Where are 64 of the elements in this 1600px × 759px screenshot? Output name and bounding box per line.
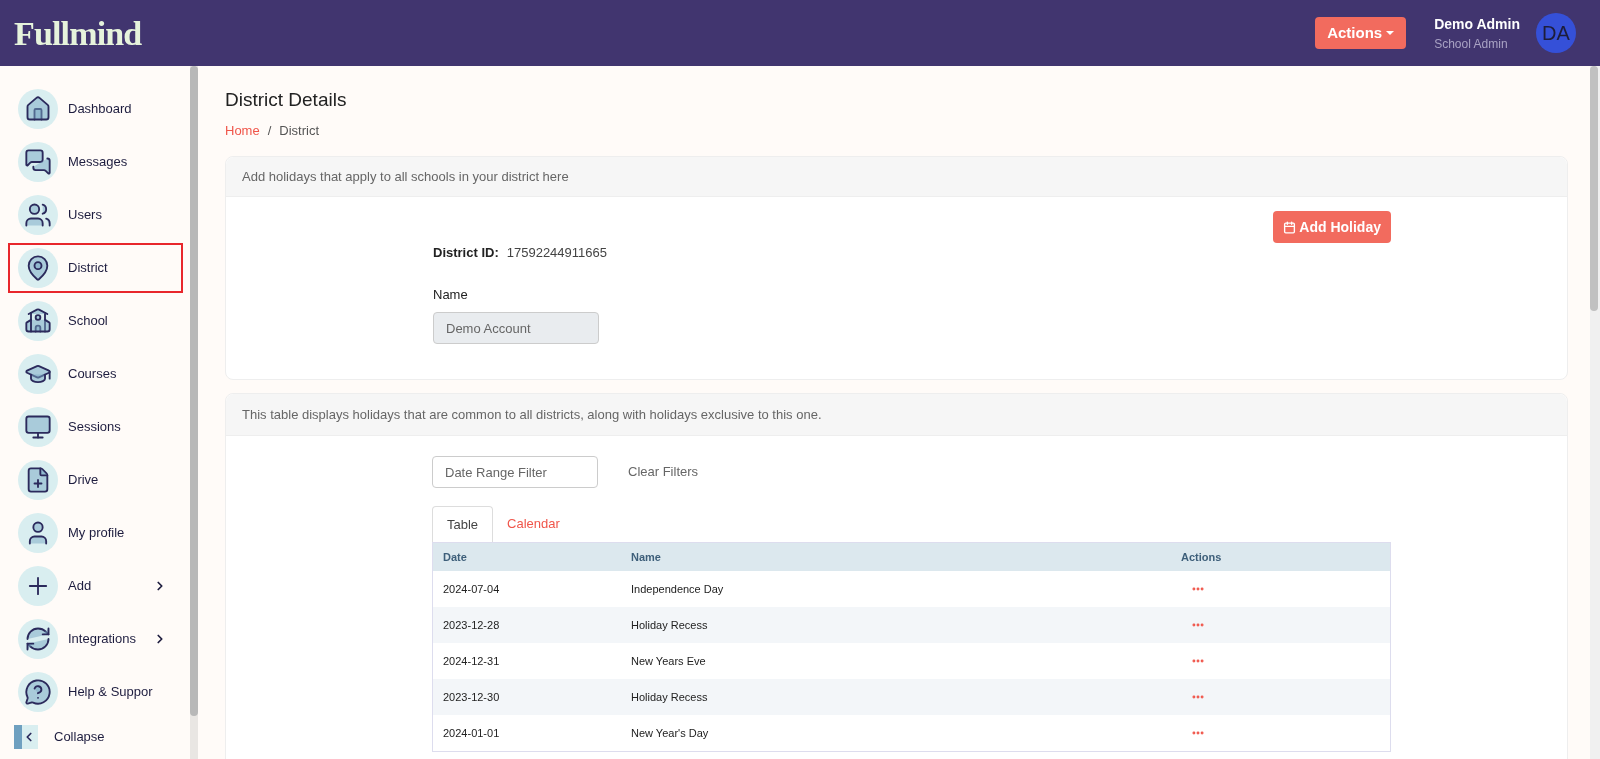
card-header-text: This table displays holidays that are common to all districts, along with holidays exclusive to this one.	[242, 405, 822, 424]
sidebar-label: School	[68, 312, 108, 331]
table-cell-text: 2024-01-01	[442, 725, 501, 741]
table-cell-text: Holiday Recess	[631, 617, 709, 633]
column-header: Actions	[1181, 549, 1222, 565]
table-cell-text: 2024-07-04	[442, 581, 501, 597]
user-name: Demo Admin	[1434, 14, 1520, 34]
sidebar-item[interactable]: Drive	[8, 455, 183, 505]
sidebar-label: Messages	[68, 153, 128, 172]
sidebar-label: Sessions	[68, 418, 121, 437]
calendar-icon	[1283, 220, 1297, 234]
table-cell-text: 2023-12-28	[442, 617, 501, 633]
breadcrumb-current: District	[279, 121, 320, 140]
caret-icon	[1386, 31, 1395, 35]
district-id-label: District ID:	[433, 244, 499, 262]
table-cell-text: 2023-12-30	[442, 689, 501, 705]
table-cell-text: Independence Day	[631, 581, 725, 597]
sync-arrows-icon	[24, 625, 52, 653]
sidebar-label: Courses	[68, 365, 117, 384]
table-cell-text: Holiday Recess	[631, 689, 709, 705]
table-cell-text: 2024-12-31	[442, 653, 501, 669]
sidebar-label: Help & Suppor	[68, 683, 153, 702]
sidebar-label: Integrations	[68, 630, 136, 649]
name-field[interactable]: Demo Account	[433, 312, 599, 344]
card-header-text: Add holidays that apply to all schools in your district here	[242, 167, 569, 186]
sidebar-item[interactable]: Add	[8, 561, 183, 611]
sidebar-label: District	[68, 259, 108, 278]
sidebar-item[interactable]: Help & Suppor	[8, 667, 183, 717]
sidebar-item[interactable]: School	[8, 296, 183, 346]
name-label: Name	[433, 285, 469, 304]
table-cell-text: New Years Eve	[631, 653, 707, 669]
chat-bubbles-icon	[24, 148, 52, 176]
sidebar-label: My profile	[68, 524, 125, 543]
sidebar-item[interactable]: Dashboard	[8, 84, 183, 134]
school-building-icon	[24, 307, 52, 335]
users-icon	[24, 201, 52, 229]
page-title: District Details	[225, 88, 348, 112]
sidebar-item[interactable]: My profile	[8, 508, 183, 558]
user-role: School Admin	[1434, 35, 1509, 53]
sidebar-item[interactable]: Messages	[8, 137, 183, 187]
sidebar-label: Users	[68, 206, 102, 225]
collapse-icon	[14, 725, 38, 749]
table-cell-text: New Year's Day	[631, 725, 710, 741]
sidebar-label: Add	[68, 577, 92, 596]
view-tab[interactable]: Table	[432, 506, 494, 542]
sidebar-item[interactable]: Courses	[8, 349, 183, 399]
monitor-icon	[24, 413, 52, 441]
house-icon	[24, 95, 52, 123]
district-id-value: 17592244911665	[506, 244, 607, 262]
date-range-field[interactable]: Date Range Filter	[432, 456, 598, 488]
sidebar-label: Drive	[68, 471, 99, 490]
sidebar-label: Dashboard	[68, 100, 132, 119]
collapse-button[interactable]: Collapse	[8, 725, 190, 749]
logo: Fullmind	[14, 13, 142, 54]
breadcrumb-separator: /	[267, 121, 272, 140]
clear-filters-link[interactable]: Clear Filters	[628, 462, 699, 482]
question-bubble-icon	[24, 678, 52, 706]
sidebar-item[interactable]: Users	[8, 190, 183, 240]
column-header: Date	[442, 549, 468, 565]
sidebar-item[interactable]: District	[8, 243, 183, 293]
view-tab[interactable]: Calendar	[493, 506, 574, 542]
sidebar-item[interactable]: Integrations	[8, 614, 183, 664]
column-header: Name	[631, 549, 662, 565]
sidebar-item[interactable]: Sessions	[8, 402, 183, 452]
